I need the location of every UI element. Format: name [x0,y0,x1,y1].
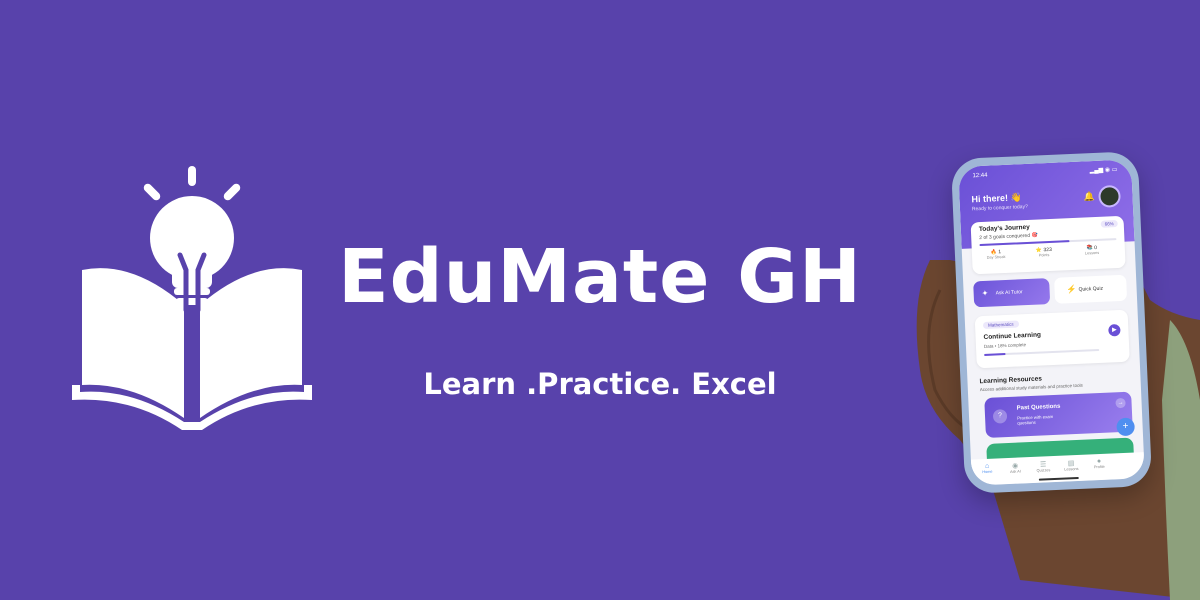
phone-screen: 12:44 ▂▄▆ ◉ ▭ Hi there! 👋 Ready to conqu… [958,159,1145,486]
stat-lessons-label: Lessons [1084,250,1100,256]
phone-mockup: 12:44 ▂▄▆ ◉ ▭ Hi there! 👋 Ready to conqu… [950,151,1153,494]
sparkle-icon: ✦ [981,288,989,299]
journey-progress-fill [979,240,1070,247]
play-icon[interactable]: ▶ [1108,324,1121,337]
journey-title: Today's Journey [978,223,1030,234]
tab-home-label: Home [982,469,993,475]
tab-lessons-label: Lessons [1064,466,1079,472]
stat-streak: 🔥 1 Day Streak [976,248,1016,260]
tab-profile[interactable]: ● Profile [1085,457,1113,469]
bulb-neck [172,260,212,288]
status-time: 12:44 [972,172,988,180]
ray-left [143,183,161,201]
question-icon: ? [992,409,1008,424]
tab-quizzes-label: Quizzes [1036,468,1051,473]
brand-title: EduMate GH [338,234,862,320]
lightning-icon: ⚡ [1066,284,1077,295]
stat-points: ⭐ 323 Points [1024,246,1064,258]
ask-tutor-button[interactable]: ✦ Ask AI Tutor [973,278,1051,308]
quick-quiz-label: Quick Quiz [1078,285,1104,293]
continue-title: Continue Learning [983,331,1042,341]
greeting-text: Hi there! 👋 [971,192,1022,205]
tab-ask-ai[interactable]: ◉ Ask AI [1001,461,1029,474]
signal-wifi-battery-icon: ▂▄▆ ◉ ▭ [1089,166,1118,175]
journey-card[interactable]: Today's Journey 2 of 3 goals conquered 🎯… [970,215,1126,275]
resources-title: Learning Resources [979,375,1043,386]
avatar[interactable] [1098,184,1122,208]
past-questions-title: Past Questions [1016,403,1061,412]
journey-subtitle: 2 of 3 goals conquered 🎯 [979,232,1038,242]
continue-progress-fill [984,353,1006,356]
tab-profile-label: Profile [1093,464,1105,470]
brand-tagline: Learn .Practice. Excel [423,367,777,401]
tab-lessons[interactable]: ▤ Lessons [1057,459,1085,472]
arrow-right-icon: → [1115,397,1126,409]
subject-tag: Mathematics [982,320,1019,329]
home-indicator [1038,476,1079,481]
bulb-base-1 [174,288,210,295]
stat-lessons: 📚 0 Lessons [1072,244,1112,256]
bell-icon[interactable]: 🔔 [1083,191,1095,202]
ask-tutor-label: Ask AI Tutor [995,289,1023,297]
past-questions-card[interactable]: ? Past Questions Practice with exam ques… [984,391,1133,438]
quick-actions: ✦ Ask AI Tutor ⚡ Quick Quiz [973,274,1128,308]
past-questions-subtitle: Practice with exam questions [1017,414,1054,426]
greeting-subtext: Ready to conquer today? [971,203,1028,213]
journey-percent-badge: 66% [1100,220,1118,228]
continue-progress-bar [984,348,1100,356]
quick-quiz-button[interactable]: ⚡ Quick Quiz [1054,274,1128,304]
ray-right [223,183,241,201]
tab-quizzes[interactable]: ☰ Quizzes [1029,460,1057,473]
stat-points-label: Points [1038,253,1050,258]
add-fab-button[interactable]: + [1116,417,1136,437]
tab-ask-ai-label: Ask AI [1010,469,1021,474]
book-cover [72,385,312,430]
continue-learning-card[interactable]: Mathematics Continue Learning Data • 18%… [974,309,1130,369]
stat-streak-label: Day Streak [986,254,1006,260]
ray-top [188,166,196,186]
tab-home[interactable]: ⌂ Home [973,462,1001,474]
lightbulb-book-icon [72,166,312,430]
continue-subtitle: Data • 18% complete [983,342,1027,349]
